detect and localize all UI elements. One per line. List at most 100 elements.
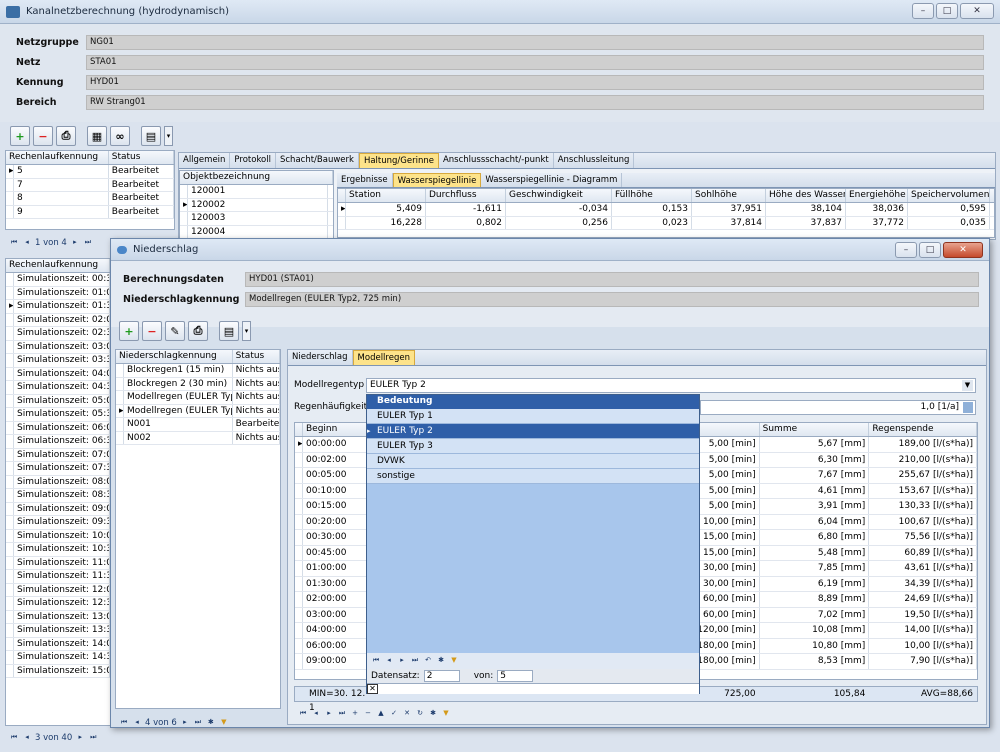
minimize-button[interactable]: – (912, 3, 934, 19)
last-record-icon[interactable]: ⏭ (83, 238, 93, 248)
delete-button[interactable]: − (33, 126, 53, 146)
sim-last-icon[interactable]: ⏭ (88, 733, 98, 743)
tg-next-icon[interactable]: ▸ (324, 709, 334, 719)
list-item[interactable]: Simulationszeit: 02:00 (6, 313, 110, 327)
dialog-maximize-button[interactable]: □ (919, 242, 941, 258)
result-col-header[interactable]: Geschwindigkeit (506, 189, 612, 202)
dd-next-icon[interactable]: ▸ (397, 656, 407, 666)
list-item[interactable]: Simulationszeit: 08:00 (6, 475, 110, 489)
list-item[interactable]: Simulationszeit: 08:30 (6, 489, 110, 503)
tg-prev-icon[interactable]: ◂ (311, 709, 321, 719)
dd-filter-icon[interactable]: ▼ (449, 656, 459, 666)
tg-last-icon[interactable]: ⏭ (337, 709, 347, 719)
dd-prev-icon[interactable]: ◂ (384, 656, 394, 666)
list-item[interactable]: Simulationszeit: 03:00 (6, 340, 110, 354)
result-tab[interactable]: Wasserspiegellinie - Diagramm (481, 173, 623, 187)
tg-filter-icon[interactable]: ▼ (441, 709, 451, 719)
list-item[interactable]: Simulationszeit: 10:30 (6, 543, 110, 557)
regenhaeufigkeit-field[interactable]: 1,0 [1/a] (700, 400, 976, 415)
dialog-delete-button[interactable]: − (142, 321, 162, 341)
sim-prev-icon[interactable]: ◂ (22, 733, 32, 743)
list-item[interactable]: Simulationszeit: 02:30 (6, 327, 110, 341)
time-col-header[interactable]: Regenspende (869, 423, 977, 436)
header-field-value[interactable]: RW Strang01 (86, 94, 984, 110)
tg-remove-icon[interactable]: − (363, 709, 373, 719)
list-item[interactable]: Simulationszeit: 15:00 (6, 664, 110, 678)
result-col-header[interactable]: Station (346, 189, 426, 202)
list-item[interactable]: N001 Bearbeite (116, 418, 280, 432)
dropdown-option[interactable]: sonstige (367, 469, 699, 484)
list-item[interactable]: Simulationszeit: 10:00 (6, 529, 110, 543)
list-item[interactable]: Blockregen 2 (30 min) Nichts aus (116, 377, 280, 391)
list-item[interactable]: Simulationszeit: 04:30 (6, 381, 110, 395)
dialog-field-value[interactable]: Modellregen (EULER Typ2, 725 min) (245, 291, 979, 307)
add-button[interactable]: + (10, 126, 30, 146)
col-list-status[interactable]: Status (233, 350, 280, 363)
col-rechenlaufkennung[interactable]: Rechenlaufkennung (6, 151, 109, 164)
tab-schachtbauwerk[interactable]: Schacht/Bauwerk (276, 153, 359, 168)
dropdown-option[interactable]: EULER Typ 1 (367, 409, 699, 424)
list-filter-icon[interactable]: ▼ (219, 718, 229, 728)
prev-record-icon[interactable]: ◂ (22, 238, 32, 248)
tg-add-icon[interactable]: + (350, 709, 360, 719)
list-first-icon[interactable]: ⏮ (119, 718, 129, 728)
dd-last-icon[interactable]: ⏭ (410, 656, 420, 666)
list-item[interactable]: Simulationszeit: 07:00 (6, 448, 110, 462)
list-item[interactable]: Simulationszeit: 07:30 (6, 462, 110, 476)
table-row[interactable]: ▸ 120002 (180, 198, 333, 212)
list-item[interactable]: Simulationszeit: 12:30 (6, 597, 110, 611)
header-field-value[interactable]: NG01 (86, 34, 984, 50)
list-item[interactable]: Simulationszeit: 13:00 (6, 610, 110, 624)
table-row[interactable]: ▸ 5,409 -1,611 -0,034 0,153 37,951 38,104 38,03… (338, 203, 994, 217)
maximize-button[interactable]: □ (936, 3, 958, 19)
list-item[interactable]: Simulationszeit: 14:00 (6, 637, 110, 651)
result-tab[interactable]: Wasserspiegellinie (392, 173, 482, 187)
dialog-minimize-button[interactable]: – (895, 242, 917, 258)
modellregentyp-select[interactable]: EULER Typ 2 ▼ (366, 378, 976, 393)
result-col-header[interactable]: Sohlhöhe (692, 189, 766, 202)
list-item[interactable]: ▸ Simulationszeit: 01:30 (6, 300, 110, 314)
print-icon[interactable]: ⎙ (56, 126, 76, 146)
tab-haltunggerinne[interactable]: Haltung/Gerinne (358, 153, 439, 168)
list-prev-icon[interactable]: ◂ (132, 718, 142, 728)
edit-pencil-icon[interactable]: ✎ (165, 321, 185, 341)
result-col-header[interactable]: Füllhöhe (612, 189, 692, 202)
tg-asterisk-icon[interactable]: ✱ (428, 709, 438, 719)
tg-first-icon[interactable]: ⏮ (298, 709, 308, 719)
col-status[interactable]: Status (109, 151, 174, 164)
list-item[interactable]: Simulationszeit: 05:00 (6, 394, 110, 408)
dropdown-option[interactable]: EULER Typ 3 (367, 439, 699, 454)
dialog-print-icon[interactable]: ⎙ (188, 321, 208, 341)
time-col-header[interactable]: Summe (760, 423, 870, 436)
toolbar-dropdown-arrow[interactable]: ▾ (164, 126, 173, 146)
dialog-close-button[interactable]: ✕ (943, 242, 983, 258)
dd-asterisk-icon[interactable]: ✱ (436, 656, 446, 666)
table-row[interactable]: 7 Bearbeitet (6, 178, 174, 192)
list-item[interactable]: Simulationszeit: 01:00 (6, 286, 110, 300)
dd-undo-icon[interactable]: ↶ (423, 656, 433, 666)
result-col-header[interactable]: Energiehöhe (846, 189, 908, 202)
dropdown-close-icon[interactable]: ✕ (367, 684, 378, 694)
list-item[interactable]: Simulationszeit: 06:30 (6, 435, 110, 449)
list-item[interactable]: Simulationszeit: 12:00 (6, 583, 110, 597)
result-col-header[interactable]: Speichervolumen (908, 189, 990, 202)
sim-first-icon[interactable]: ⏮ (9, 733, 19, 743)
dropdown-option[interactable]: DVWK (367, 454, 699, 469)
list-item[interactable]: Simulationszeit: 09:00 (6, 502, 110, 516)
header-field-value[interactable]: STA01 (86, 54, 984, 70)
dropdown-col-bedeutung[interactable]: Bedeutung (367, 395, 699, 409)
sim-next-icon[interactable]: ▸ (75, 733, 85, 743)
tg-cancel-icon[interactable]: ✕ (402, 709, 412, 719)
list-next-icon[interactable]: ▸ (180, 718, 190, 728)
list-item[interactable]: ▸Modellregen (EULER Typ2,Nichts aus (116, 404, 280, 418)
list-item[interactable]: Simulationszeit: 00:30 (6, 273, 110, 287)
dialog-toolbar-dropdown-arrow[interactable]: ▾ (242, 321, 251, 341)
dialog-tab[interactable]: Niederschlag (288, 350, 353, 365)
tab-allgemein[interactable]: Allgemein (179, 153, 231, 168)
list-item[interactable]: Simulationszeit: 06:00 (6, 421, 110, 435)
tg-up-icon[interactable]: ▲ (376, 709, 386, 719)
list-item[interactable]: Simulationszeit: 13:30 (6, 624, 110, 638)
result-tab[interactable]: Ergebnisse (337, 173, 393, 187)
close-button[interactable]: ✕ (960, 3, 994, 19)
tab-anschlussleitung[interactable]: Anschlussleitung (554, 153, 635, 168)
